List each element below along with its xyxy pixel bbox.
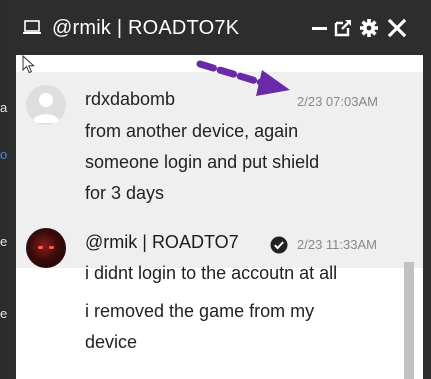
annotation-arrow-icon (196, 60, 290, 96)
verified-badge-icon (270, 236, 288, 254)
minimize-icon[interactable] (310, 18, 330, 38)
message-text-line: for 3 days (85, 183, 165, 203)
message-author[interactable]: @rmik | ROADTO7 (85, 232, 239, 253)
avatar-user[interactable] (26, 228, 66, 268)
message-text-line: i didnt login to the accoutn at all (85, 263, 338, 283)
window-border-right (423, 0, 431, 379)
avatar-default[interactable] (26, 85, 66, 125)
message-text-line: i removed the game from my (85, 301, 315, 321)
window-title: @rmik | ROADTO7K (52, 17, 240, 39)
message-text-line: from another device, again (85, 121, 299, 141)
background-window-edge: a o e e (0, 0, 8, 379)
background-text-fragment: e (0, 234, 8, 249)
message-timestamp: 2/23 11:33AM (297, 237, 377, 252)
scrollbar-thumb[interactable] (404, 262, 414, 379)
background-text-fragment: o (0, 147, 8, 162)
window-border-left (8, 55, 16, 379)
message-text-line: someone login and put shield (85, 152, 320, 172)
background-text-fragment: e (0, 306, 8, 321)
message-timestamp: 2/23 07:03AM (297, 94, 378, 109)
user-silhouette-icon (32, 93, 60, 123)
message-author[interactable]: rdxdabomb (85, 89, 175, 110)
gear-icon[interactable] (359, 18, 379, 38)
popout-icon[interactable] (333, 18, 353, 38)
mouse-cursor-icon (22, 55, 35, 74)
message-list[interactable]: rdxdabomb 2/23 07:03AM from another devi… (16, 55, 423, 379)
background-text-fragment: a (0, 100, 8, 115)
message-text-line: device (85, 332, 138, 352)
close-icon[interactable] (387, 18, 407, 38)
monitor-icon (23, 20, 41, 34)
chat-window-titlebar[interactable]: @rmik | ROADTO7K (8, 0, 423, 55)
